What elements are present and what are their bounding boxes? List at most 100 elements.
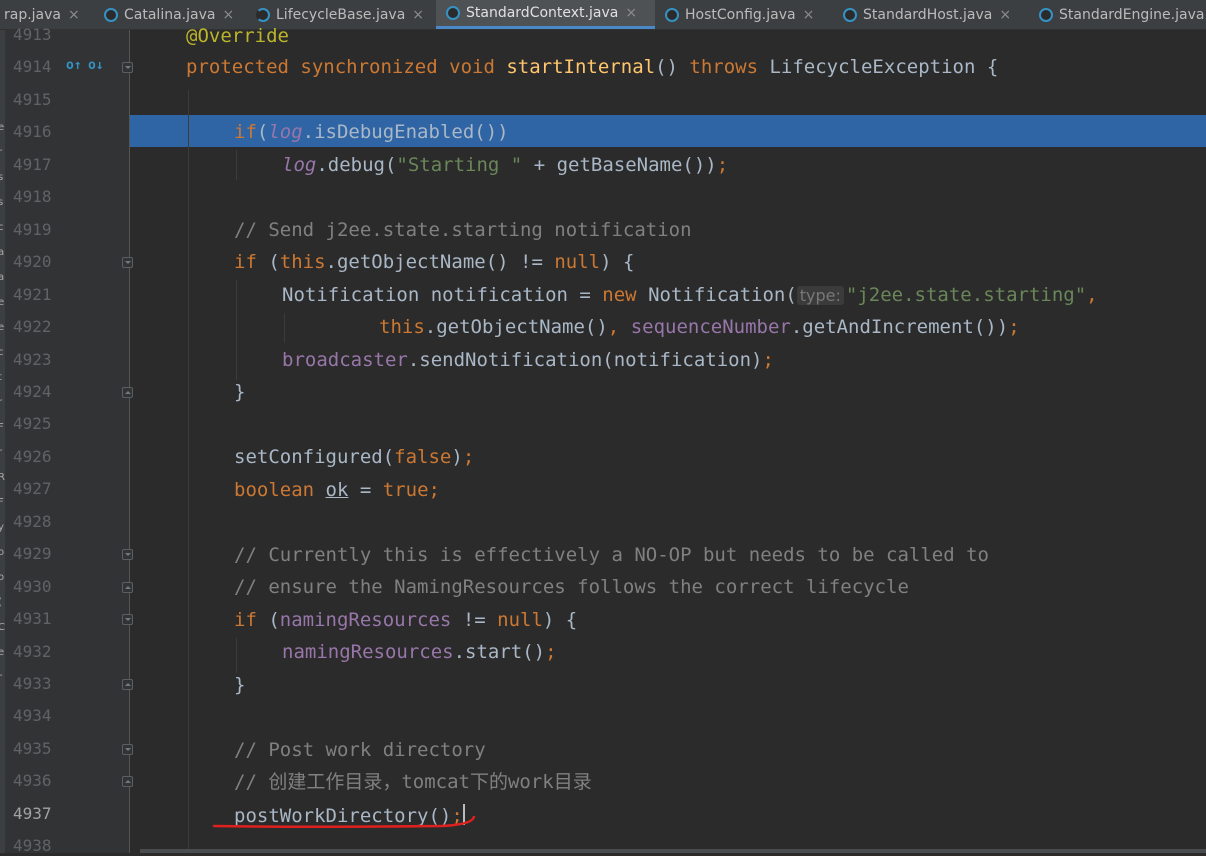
project-tree-fragment: (: [0, 597, 2, 608]
code-line-4914[interactable]: protected synchronized void startInterna…: [186, 56, 998, 78]
class-icon: [446, 6, 460, 20]
class-icon: [665, 7, 679, 22]
project-tree-fragment: r: [0, 397, 3, 408]
horizontal-scrollbar[interactable]: [140, 849, 1206, 853]
code-line-4930[interactable]: // ensure the NamingResources follows th…: [234, 576, 909, 598]
project-tree-fragment: t: [0, 372, 2, 383]
project-tree-fragment: c: [0, 347, 4, 358]
tab-label: Catalina.java: [124, 6, 216, 23]
code-line-4927[interactable]: boolean ok = true;: [234, 479, 440, 501]
line-number: 4913: [13, 25, 52, 44]
code-line-4923[interactable]: broadcaster.sendNotification(notificatio…: [282, 349, 774, 371]
class-icon: [1039, 7, 1053, 22]
project-tree-fragment: F: [0, 422, 4, 433]
line-number-gutter: 4913 4914 4915 4916 4917 4918 4919 4920 4921 4922…: [5, 25, 130, 856]
close-icon[interactable]: ×: [625, 5, 637, 21]
line-number: 4925: [13, 414, 52, 434]
line-number: 4937: [13, 803, 52, 823]
line-number: 4921: [13, 284, 52, 304]
project-tree-fragment: e: [0, 297, 5, 308]
project-tree-fragment: r: [0, 447, 3, 458]
tab-label: LifecycleBase.java: [276, 6, 406, 23]
tab-label: rap.java: [4, 6, 62, 23]
line-number: 4934: [13, 706, 52, 726]
close-icon[interactable]: ×: [999, 7, 1011, 23]
close-icon[interactable]: ×: [222, 7, 234, 23]
project-tree-fragment: s: [0, 197, 4, 208]
line-number: 4922: [13, 317, 52, 337]
code-line-4931[interactable]: if (namingResources != null) {: [234, 609, 577, 631]
line-number: 4933: [13, 674, 52, 693]
tab-standardhost[interactable]: StandardHost.java ×: [843, 0, 1029, 29]
code-line-4919[interactable]: // Send j2ee.state.starting notification: [234, 219, 692, 241]
code-line-4913[interactable]: @Override: [186, 25, 289, 47]
code-line-4917[interactable]: log.debug("Starting " + getBaseName());: [282, 154, 728, 176]
close-icon[interactable]: ×: [68, 7, 80, 23]
indent-guide: [236, 280, 237, 380]
line-number: 4931: [13, 609, 52, 629]
indent-guide: [284, 313, 285, 343]
tab-label: HostConfig.java: [685, 6, 796, 23]
close-icon[interactable]: ×: [803, 7, 815, 23]
code-line-4921[interactable]: Notification notification = new Notifica…: [282, 284, 1098, 307]
line-number: 4920: [13, 252, 52, 272]
abstract-class-icon: [256, 7, 270, 22]
code-line-4926[interactable]: setConfigured(false);: [234, 446, 474, 468]
project-tree-fragment: c: [0, 222, 4, 233]
project-tree-fragment: a: [0, 247, 5, 258]
tab-label: StandardEngine.java: [1059, 6, 1205, 23]
code-line-4936[interactable]: // 创建工作目录，tomcat下的work目录: [234, 771, 592, 793]
project-tree-fragment: y: [0, 522, 4, 533]
line-number: 4915: [13, 89, 52, 109]
tab-hostconfig[interactable]: HostConfig.java ×: [665, 0, 831, 29]
line-number: 4916: [13, 122, 52, 142]
close-icon[interactable]: ×: [412, 7, 424, 23]
project-tree-fragment: r: [0, 147, 3, 158]
code-line-4922[interactable]: this.getObjectName(), sequenceNumber.get…: [379, 316, 1020, 338]
indent-guide: [236, 638, 237, 673]
tab-label: StandardContext.java: [466, 5, 619, 21]
code-line-4929[interactable]: // Currently this is effectively a NO-OP…: [234, 544, 989, 566]
project-tree-fragment: F: [0, 497, 4, 508]
indent-guide: [188, 90, 189, 850]
tab-standardengine[interactable]: StandardEngine.java: [1039, 0, 1206, 29]
overrides-method-icon[interactable]: o↑: [66, 58, 82, 74]
code-line-4920[interactable]: if (this.getObjectName() != null) {: [234, 251, 634, 273]
project-tree-fragment: s: [0, 172, 4, 183]
project-tree-fragment: a: [0, 272, 5, 283]
line-number: 4917: [13, 154, 52, 174]
tab-standardcontext[interactable]: StandardContext.java ×: [436, 0, 655, 29]
editor-tab-bar: rap.java × Catalina.java × LifecycleBase…: [0, 0, 1206, 30]
line-number: 4918: [13, 187, 52, 207]
parameter-hint: type:: [796, 286, 844, 305]
line-number: 4932: [13, 641, 52, 661]
indent-guide: [236, 150, 237, 180]
code-line-4916[interactable]: if(log.isDebugEnabled()): [234, 121, 509, 143]
project-tree-fragment: e: [0, 322, 5, 333]
code-line-4933[interactable]: }: [234, 674, 245, 696]
line-number: 4927: [13, 479, 52, 499]
line-number: 4930: [13, 576, 52, 596]
line-number: 4938: [13, 836, 52, 856]
line-number: 4935: [13, 738, 52, 758]
code-line-4935[interactable]: // Post work directory: [234, 739, 486, 761]
class-icon: [104, 7, 118, 22]
line-number: 4924: [13, 381, 52, 401]
red-underline-annotation: [212, 816, 476, 828]
project-tree-fragment: r: [0, 672, 3, 683]
code-line-4932[interactable]: namingResources.start();: [282, 641, 557, 663]
line-number: 4928: [13, 511, 52, 531]
project-tree-fragment: e: [0, 122, 5, 133]
implemented-icon[interactable]: o↓: [88, 58, 104, 74]
line-number: 4914: [13, 57, 52, 77]
project-tree-fragment: e: [0, 647, 5, 658]
project-tree-fragment: o: [0, 547, 5, 558]
line-number: 4926: [13, 446, 52, 466]
line-number: 4923: [13, 349, 52, 369]
code-line-4924[interactable]: }: [234, 381, 245, 403]
project-tree-fragment: o: [0, 572, 5, 583]
class-icon: [843, 7, 857, 22]
line-number: 4929: [13, 544, 52, 564]
line-number: 4919: [13, 219, 52, 239]
line-number: 4936: [13, 771, 52, 791]
